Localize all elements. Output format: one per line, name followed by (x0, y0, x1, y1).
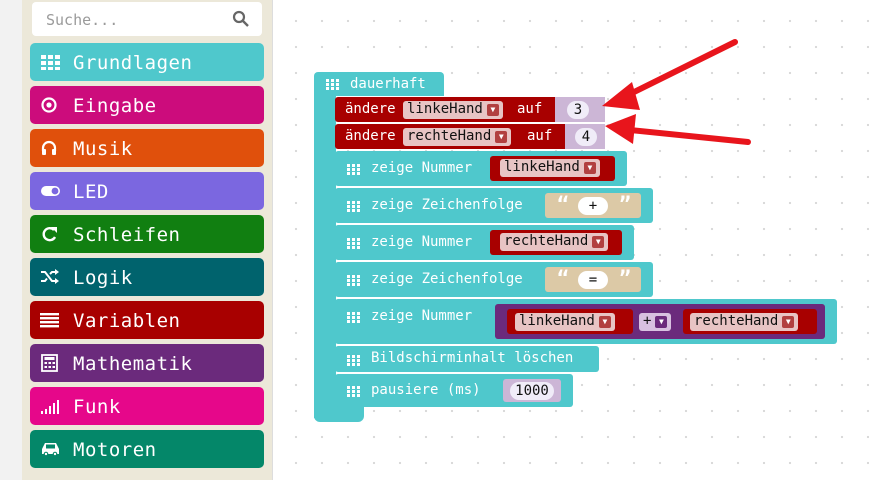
chevron-down-icon: ▼ (592, 236, 605, 248)
grid-icon (326, 78, 339, 90)
to-label: auf (527, 128, 553, 144)
category-label: Musik (73, 138, 133, 160)
arrow-icon (602, 39, 738, 110)
category-grundlagen[interactable]: Grundlagen (30, 43, 264, 81)
set-label: ändere (345, 101, 396, 117)
block-label: zeige Nummer (371, 160, 473, 176)
grid-icon (347, 163, 360, 175)
show-string-block[interactable]: zeige Zeichenfolge “ = ” (335, 262, 653, 297)
block-label: zeige Nummer (371, 308, 473, 324)
value-input[interactable]: 1000 (510, 382, 554, 400)
grid-icon (347, 200, 360, 212)
pause-block[interactable]: pausiere (ms) 1000 (335, 374, 573, 407)
chevron-down-icon: ▼ (598, 316, 611, 328)
quote-close-icon: ” (619, 192, 632, 216)
set-variable-block[interactable]: ändere rechteHand ▼ auf 4 (335, 124, 605, 149)
category-label: Grundlagen (73, 52, 193, 74)
variable-name: rechteHand (407, 128, 492, 144)
annotation-arrows (602, 39, 751, 145)
forever-label: dauerhaft (350, 76, 426, 92)
operator-name: + (643, 313, 652, 329)
search-icon[interactable] (232, 10, 250, 32)
show-number-block[interactable]: zeige Nummer linkeHand ▼ (335, 151, 627, 186)
category-label: Motoren (73, 439, 157, 461)
category-label: Funk (73, 396, 121, 418)
chevron-down-icon: ▼ (486, 104, 499, 116)
variable-dropdown[interactable]: linkeHand ▼ (500, 159, 600, 177)
category-label: Eingabe (73, 95, 157, 117)
variable-dropdown[interactable]: linkeHand ▼ (403, 101, 503, 119)
circle-dot-icon (40, 96, 60, 114)
block-label: zeige Zeichenfolge (371, 271, 523, 287)
calculator-icon (40, 354, 60, 372)
list-icon (40, 311, 60, 329)
category-schleifen[interactable]: Schleifen (30, 215, 264, 253)
category-motoren[interactable]: Motoren (30, 430, 264, 468)
quote-open-icon: “ (557, 266, 570, 290)
category-funk[interactable]: Funk (30, 387, 264, 425)
variable-dropdown[interactable]: rechteHand ▼ (690, 313, 799, 331)
quote-close-icon: ” (619, 266, 632, 290)
category-logik[interactable]: Logik (30, 258, 264, 296)
show-number-block[interactable]: zeige Nummer linkeHand ▼ + ▼ rechteHand ▼ (335, 299, 837, 344)
toolbox: Suche... Grundlagen Eingabe Musik LED Sc… (0, 0, 273, 480)
block-label: pausiere (ms) (371, 382, 481, 398)
chevron-down-icon: ▼ (495, 131, 508, 143)
grid-icon (347, 274, 360, 286)
category-mathematik[interactable]: Mathematik (30, 344, 264, 382)
refresh-icon (40, 225, 60, 243)
variable-dropdown[interactable]: rechteHand ▼ (403, 128, 512, 146)
set-label: ändere (345, 128, 396, 144)
category-label: LED (73, 181, 109, 203)
search-box[interactable]: Suche... (32, 2, 262, 36)
grid-icon (40, 53, 60, 71)
car-icon (40, 440, 60, 458)
category-label: Logik (73, 267, 133, 289)
value-input[interactable]: 3 (567, 101, 589, 119)
shuffle-icon (40, 268, 60, 286)
category-label: Variablen (73, 310, 181, 332)
chevron-down-icon: ▼ (583, 162, 596, 174)
variable-name: rechteHand (694, 313, 779, 329)
category-variablen[interactable]: Variablen (30, 301, 264, 339)
signal-icon (40, 397, 60, 415)
block-label: zeige Zeichenfolge (371, 197, 523, 213)
clear-screen-block[interactable]: Bildschirminhalt löschen (335, 346, 599, 372)
variable-name: linkeHand (504, 159, 580, 175)
category-musik[interactable]: Musik (30, 129, 264, 167)
category-label: Schleifen (73, 224, 181, 246)
search-input[interactable]: Suche... (46, 11, 118, 29)
operator-dropdown[interactable]: + ▼ (639, 313, 672, 331)
variable-name: linkeHand (407, 101, 483, 117)
headphones-icon (40, 139, 60, 157)
grid-icon (347, 237, 360, 249)
category-label: Mathematik (73, 353, 193, 375)
block-label: Bildschirminhalt löschen (371, 350, 574, 366)
variable-name: rechteHand (504, 233, 589, 249)
variable-dropdown[interactable]: linkeHand ▼ (515, 313, 615, 331)
chevron-down-icon: ▼ (655, 316, 668, 328)
variable-dropdown[interactable]: rechteHand ▼ (500, 233, 609, 251)
grid-icon (347, 311, 360, 323)
show-number-block[interactable]: zeige Nummer rechteHand ▼ (335, 225, 634, 260)
category-eingabe[interactable]: Eingabe (30, 86, 264, 124)
category-led[interactable]: LED (30, 172, 264, 210)
grid-icon (347, 354, 360, 366)
arrow-icon (605, 114, 751, 145)
text-input[interactable]: + (578, 197, 608, 215)
show-string-block[interactable]: zeige Zeichenfolge “ + ” (335, 188, 653, 223)
block-label: zeige Nummer (371, 234, 473, 250)
grid-icon (347, 385, 360, 397)
to-label: auf (517, 101, 543, 117)
text-input[interactable]: = (578, 271, 608, 289)
chevron-down-icon: ▼ (782, 316, 795, 328)
set-variable-block[interactable]: ändere linkeHand ▼ auf 3 (335, 97, 605, 122)
toggle-icon (40, 182, 60, 200)
quote-open-icon: “ (557, 192, 570, 216)
variable-name: linkeHand (519, 313, 595, 329)
